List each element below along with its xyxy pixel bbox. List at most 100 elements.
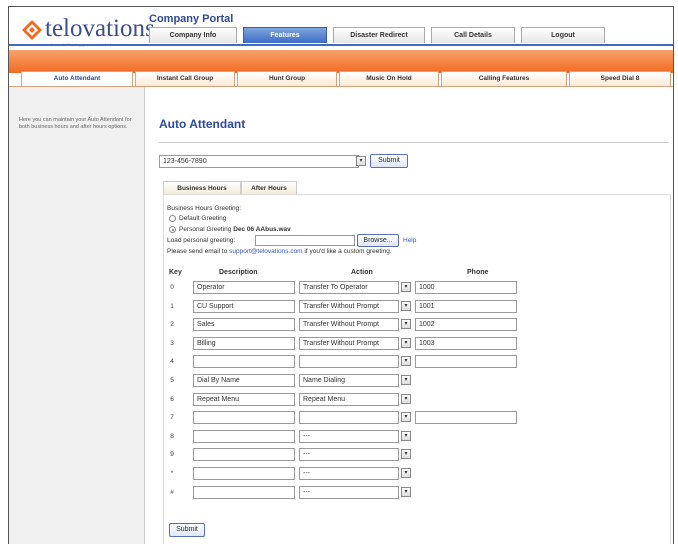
browser-frame: telovations Innovate the way you communi… (8, 6, 674, 544)
chevron-down-icon[interactable]: ▾ (401, 319, 411, 329)
subtab-music-on-hold[interactable]: Music On Hold (339, 71, 439, 86)
tab-business-hours[interactable]: Business Hours (163, 181, 241, 195)
action-select[interactable]: Transfer Without Prompt (299, 337, 399, 350)
tab-after-hours[interactable]: After Hours (241, 181, 297, 195)
tab-features[interactable]: Features (243, 27, 327, 43)
main-content: Auto Attendant 123-456-7890 ▾ Submit Bus… (149, 87, 671, 544)
action-select[interactable]: Repeat Menu (299, 393, 399, 406)
phone-input[interactable] (415, 411, 517, 424)
action-select[interactable]: --- (299, 486, 399, 499)
row-key: 6 (170, 396, 174, 403)
row-key: 3 (170, 340, 174, 347)
tab-logout[interactable]: Logout (521, 27, 605, 43)
description-input[interactable]: CU Support (193, 300, 295, 313)
subtab-hunt-group[interactable]: Hunt Group (237, 71, 337, 86)
chevron-down-icon[interactable]: ▾ (401, 394, 411, 404)
description-input[interactable]: Dial By Name (193, 374, 295, 387)
personal-greeting-file: Dec 06 AAbus.wav (233, 226, 291, 233)
action-select[interactable] (299, 411, 399, 424)
column-header-key: Key (169, 269, 182, 276)
column-header-action: Action (351, 269, 373, 276)
email-note-suffix: if you'd like a custom greeting. (304, 248, 392, 255)
help-link[interactable]: Help (403, 237, 416, 244)
column-header-description: Description (219, 269, 258, 276)
personal-greeting-prefix: Personal Greeting (179, 226, 232, 233)
personal-greeting-radio[interactable] (169, 226, 176, 233)
phone-number-select[interactable]: 123-456-7890 (159, 155, 359, 168)
description-input[interactable]: Sales (193, 318, 295, 331)
action-select[interactable]: --- (299, 430, 399, 443)
chevron-down-icon[interactable]: ▾ (401, 338, 411, 348)
description-input[interactable] (193, 486, 295, 499)
tab-disaster-redirect[interactable]: Disaster Redirect (333, 27, 425, 43)
chevron-down-icon[interactable]: ▾ (401, 431, 411, 441)
phone-input[interactable]: 1001 (415, 300, 517, 313)
browse-button[interactable]: Browse... (357, 234, 399, 247)
chevron-down-icon[interactable]: ▾ (401, 412, 411, 422)
tab-call-details[interactable]: Call Details (431, 27, 515, 43)
chevron-down-icon[interactable]: ▾ (401, 356, 411, 366)
chevron-down-icon[interactable]: ▾ (401, 375, 411, 385)
action-select[interactable]: Transfer Without Prompt (299, 318, 399, 331)
row-key: 7 (170, 414, 174, 421)
submit-number-button[interactable]: Submit (370, 154, 408, 168)
description-input[interactable] (193, 411, 295, 424)
action-select[interactable] (299, 355, 399, 368)
default-greeting-radio[interactable] (169, 215, 176, 222)
sidebar: Here you can maintain your Auto Attendan… (9, 87, 145, 544)
row-key: 9 (170, 451, 174, 458)
row-key: 5 (170, 377, 174, 384)
feature-subtabs: Auto Attendant Instant Call Group Hunt G… (9, 71, 673, 87)
description-input[interactable] (193, 355, 295, 368)
email-note: Please send email to support@telovations… (167, 248, 392, 255)
description-input[interactable] (193, 467, 295, 480)
row-key: 4 (170, 358, 174, 365)
action-select[interactable]: Transfer To Operator (299, 281, 399, 294)
logo-diamond-icon (22, 20, 42, 40)
greeting-label: Business Hours Greeting: (167, 205, 242, 212)
support-email-link[interactable]: support@telovations.com (229, 248, 302, 255)
page-title: Auto Attendant (159, 117, 246, 131)
phone-input[interactable]: 1000 (415, 281, 517, 294)
subtab-instant-call-group[interactable]: Instant Call Group (135, 71, 235, 86)
email-note-prefix: Please send email to (167, 248, 228, 255)
header-rule (9, 44, 673, 46)
chevron-down-icon[interactable]: ▾ (401, 282, 411, 292)
phone-input[interactable] (415, 355, 517, 368)
submit-button[interactable]: Submit (169, 523, 205, 537)
row-key: 0 (170, 284, 174, 291)
action-select[interactable]: --- (299, 448, 399, 461)
description-input[interactable]: Repeat Menu (193, 393, 295, 406)
portal-title: Company Portal (149, 13, 234, 25)
row-key: 1 (170, 303, 174, 310)
tab-company-info[interactable]: Company Info (149, 27, 237, 43)
chevron-down-icon[interactable]: ▾ (401, 449, 411, 459)
column-header-phone: Phone (467, 269, 489, 276)
action-select[interactable]: Transfer Without Prompt (299, 300, 399, 313)
action-select[interactable]: Name Dialing (299, 374, 399, 387)
action-select[interactable]: --- (299, 467, 399, 480)
personal-greeting-label: Personal Greeting Dec 06 AAbus.wav (179, 226, 291, 233)
title-divider (159, 142, 669, 143)
sidebar-help-text: Here you can maintain your Auto Attendan… (19, 117, 132, 130)
subtab-speed-dial-8[interactable]: Speed Dial 8 (569, 71, 671, 86)
chevron-down-icon[interactable]: ▾ (401, 468, 411, 478)
load-greeting-label: Load personal greeting: (167, 237, 236, 244)
row-key: 8 (170, 433, 174, 440)
chevron-down-icon[interactable]: ▾ (356, 156, 366, 166)
phone-input[interactable]: 1002 (415, 318, 517, 331)
chevron-down-icon[interactable]: ▾ (401, 301, 411, 311)
greeting-file-input[interactable] (255, 235, 355, 246)
phone-input[interactable]: 1003 (415, 337, 517, 350)
default-greeting-label: Default Greeting (179, 215, 227, 222)
row-key: # (170, 489, 174, 496)
subtab-auto-attendant[interactable]: Auto Attendant (21, 71, 133, 86)
description-input[interactable]: Billing (193, 337, 295, 350)
description-input[interactable] (193, 430, 295, 443)
subtab-calling-features[interactable]: Calling Features (441, 71, 567, 86)
orange-band (9, 50, 673, 73)
description-input[interactable] (193, 448, 295, 461)
chevron-down-icon[interactable]: ▾ (401, 487, 411, 497)
description-input[interactable]: Operator (193, 281, 295, 294)
row-key: 2 (170, 321, 174, 328)
